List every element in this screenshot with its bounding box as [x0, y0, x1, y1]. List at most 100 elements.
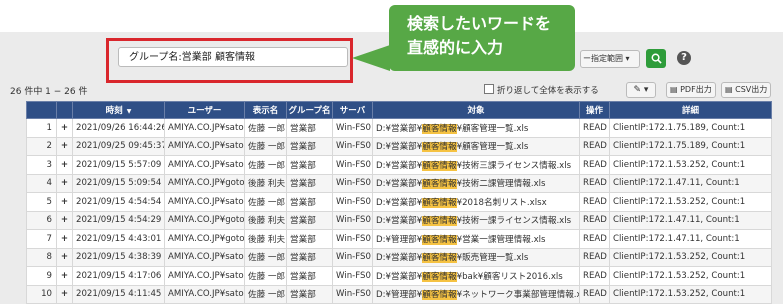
cell-operation: READ — [579, 173, 610, 193]
search-term-highlight: 顧客情報 — [422, 123, 457, 134]
target-suffix: ¥bak¥顧客リスト2016.xls — [456, 271, 563, 282]
wrap-checkbox[interactable] — [484, 84, 494, 94]
search-button[interactable] — [646, 49, 666, 68]
cell-server: Win-FS01 — [332, 210, 373, 230]
cell-server: Win-FS01 — [332, 136, 373, 156]
cell-detail: ClientIP:172.1.47.11, Count:1 — [609, 173, 772, 193]
table-header-row: 時刻 ▼ ユーザー 表示名 グループ名 サーバ 対象 操作 詳細 — [26, 101, 772, 119]
row-index: 4 — [26, 173, 57, 193]
cell-time: 2021/09/25 09:45:37 — [72, 136, 165, 156]
target-prefix: D:¥営業部¥ — [376, 216, 423, 227]
search-term-highlight: 顧客情報 — [422, 253, 457, 264]
cell-operation: READ — [579, 247, 610, 267]
target-suffix: ¥顧客管理一覧.xls — [456, 142, 529, 153]
pdf-export-button[interactable]: ▤ PDF出力 — [666, 82, 716, 98]
search-highlight-frame — [106, 38, 353, 83]
cell-user: AMIYA.CO.JP¥goto — [164, 173, 245, 193]
col-operation[interactable]: 操作 — [579, 101, 610, 119]
cell-time: 2021/09/15 5:09:54 — [72, 173, 165, 193]
cell-time: 2021/09/26 16:44:26 — [72, 118, 165, 138]
cell-group: 営業部 — [286, 266, 333, 286]
target-suffix: ¥技術三課ライセンス情報.xls — [456, 160, 572, 171]
cell-detail: ClientIP:172.1.53.252, Count:1 — [609, 284, 772, 304]
cell-detail: ClientIP:172.1.53.252, Count:1 — [609, 247, 772, 267]
cell-server: Win-FS01 — [332, 155, 373, 175]
cell-user: AMIYA.CO.JP¥sato — [164, 155, 245, 175]
expand-row-button[interactable]: + — [56, 136, 73, 156]
expand-row-button[interactable]: + — [56, 247, 73, 267]
col-server[interactable]: サーバ — [332, 101, 373, 119]
table-row[interactable]: 2 +2021/09/25 09:45:37 AMIYA.CO.JP¥sato 佐藤 … — [26, 136, 772, 156]
target-prefix: D:¥営業部¥ — [376, 142, 423, 153]
cell-time: 2021/09/15 4:54:29 — [72, 210, 165, 230]
expand-row-button[interactable]: + — [56, 229, 73, 249]
cell-target: D:¥営業部¥顧客情報¥技術三課ライセンス情報.xls — [372, 155, 580, 175]
row-index: 3 — [26, 155, 57, 175]
row-index: 9 — [26, 266, 57, 286]
row-index: 6 — [26, 210, 57, 230]
edit-menu-button[interactable]: ✎ ▾ — [626, 82, 656, 98]
cell-time: 2021/09/15 4:43:01 — [72, 229, 165, 249]
table-row[interactable]: 7 +2021/09/15 4:43:01 AMIYA.CO.JP¥goto 後藤 利… — [26, 229, 772, 249]
row-index: 1 — [26, 118, 57, 138]
expand-row-button[interactable]: + — [56, 210, 73, 230]
cell-user: AMIYA.CO.JP¥sato — [164, 284, 245, 304]
expand-row-button[interactable]: + — [56, 155, 73, 175]
table-row[interactable]: 9 +2021/09/15 4:17:06 AMIYA.CO.JP¥sato 佐藤 一… — [26, 266, 772, 286]
cell-group: 営業部 — [286, 284, 333, 304]
cell-target: D:¥営業部¥顧客情報¥販売管理一覧.xls — [372, 247, 580, 267]
cell-detail: ClientIP:172.1.53.252, Count:1 — [609, 192, 772, 212]
col-group[interactable]: グループ名 — [286, 101, 333, 119]
cell-server: Win-FS01 — [332, 247, 373, 267]
callout-tail — [352, 45, 390, 71]
row-index: 7 — [26, 229, 57, 249]
cell-server: Win-FS01 — [332, 192, 373, 212]
expand-row-button[interactable]: + — [56, 173, 73, 193]
col-user[interactable]: ユーザー — [164, 101, 245, 119]
cell-group: 営業部 — [286, 229, 333, 249]
cell-detail: ClientIP:172.1.53.252, Count:1 — [609, 266, 772, 286]
wrap-toggle[interactable]: 折り返して全体を表示する — [484, 84, 599, 96]
col-target[interactable]: 対象 — [372, 101, 580, 119]
cell-time: 2021/09/15 4:17:06 — [72, 266, 165, 286]
range-select-button[interactable]: ー指定範囲 ▾ — [580, 50, 640, 68]
cell-user: AMIYA.CO.JP¥goto — [164, 210, 245, 230]
pdf-label: PDF出力 — [680, 85, 712, 94]
table-row[interactable]: 5 +2021/09/15 4:54:54 AMIYA.CO.JP¥sato 佐藤 一… — [26, 192, 772, 212]
table-row[interactable]: 8 +2021/09/15 4:38:39 AMIYA.CO.JP¥sato 佐藤 一… — [26, 247, 772, 267]
row-index: 10 — [26, 284, 57, 304]
target-prefix: D:¥営業部¥ — [376, 123, 423, 134]
target-suffix: ¥技術二課管理情報.xls — [456, 179, 546, 190]
csv-export-button[interactable]: ▤ CSV出力 — [721, 82, 772, 98]
table-row[interactable]: 4 +2021/09/15 5:09:54 AMIYA.CO.JP¥goto 後藤 利… — [26, 173, 772, 193]
table-row[interactable]: 3 +2021/09/15 5:57:09 AMIYA.CO.JP¥sato 佐藤 一… — [26, 155, 772, 175]
target-prefix: D:¥営業部¥ — [376, 253, 423, 264]
wrap-label: 折り返して全体を表示する — [497, 86, 599, 96]
cell-group: 営業部 — [286, 192, 333, 212]
col-display-name[interactable]: 表示名 — [244, 101, 287, 119]
cell-target: D:¥営業部¥顧客情報¥2018名刺リスト.xlsx — [372, 192, 580, 212]
expand-row-button[interactable]: + — [56, 266, 73, 286]
target-prefix: D:¥管理部¥ — [376, 290, 423, 301]
col-detail[interactable]: 詳細 — [609, 101, 772, 119]
target-suffix: ¥技術一課ライセンス情報.xls — [456, 216, 572, 227]
col-time[interactable]: 時刻 ▼ — [72, 101, 165, 119]
document-icon: ▤ — [670, 85, 678, 94]
cell-target: D:¥営業部¥顧客情報¥技術一課ライセンス情報.xls — [372, 210, 580, 230]
sort-desc-icon: ▼ — [126, 108, 132, 115]
cell-server: Win-FS01 — [332, 118, 373, 138]
table-row[interactable]: 1 +2021/09/26 16:44:26 AMIYA.CO.JP¥sato 佐藤 … — [26, 118, 772, 138]
cell-display-name: 佐藤 一郎 — [244, 192, 287, 212]
cell-display-name: 佐藤 一郎 — [244, 284, 287, 304]
cell-user: AMIYA.CO.JP¥sato — [164, 192, 245, 212]
expand-row-button[interactable]: + — [56, 118, 73, 138]
search-term-highlight: 顧客情報 — [422, 271, 457, 282]
help-icon[interactable]: ? — [677, 51, 691, 65]
table-row[interactable]: 6 +2021/09/15 4:54:29 AMIYA.CO.JP¥goto 後藤 利… — [26, 210, 772, 230]
cell-target: D:¥管理部¥顧客情報¥営業一課管理情報.xls — [372, 229, 580, 249]
table-row[interactable]: 10 +2021/09/15 4:11:45 AMIYA.CO.JP¥sato 佐藤 … — [26, 284, 772, 304]
col-index — [26, 101, 57, 119]
cell-user: AMIYA.CO.JP¥sato — [164, 118, 245, 138]
expand-row-button[interactable]: + — [56, 192, 73, 212]
expand-row-button[interactable]: + — [56, 284, 73, 304]
